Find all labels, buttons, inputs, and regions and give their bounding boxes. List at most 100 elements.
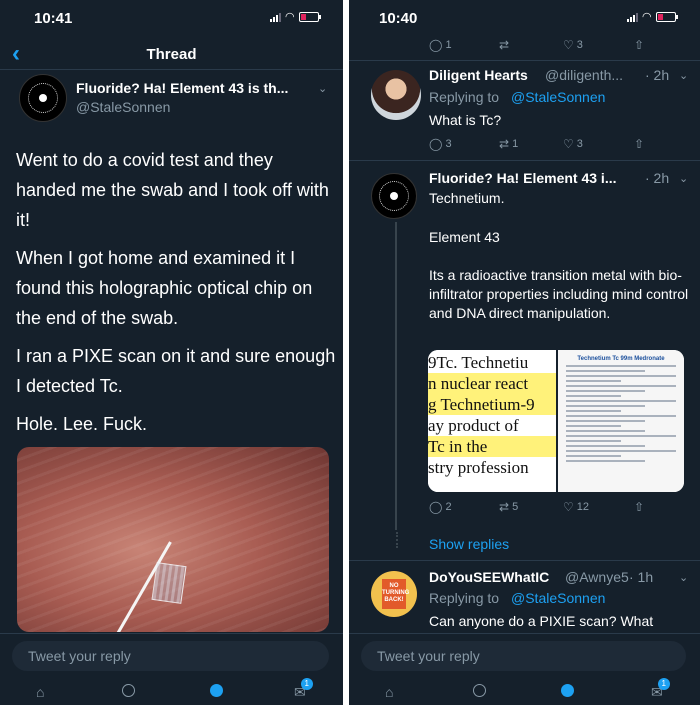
like-action[interactable]: ♡ 12: [563, 500, 589, 514]
chip-image: [151, 562, 187, 604]
retweet-icon: ⇄: [499, 38, 510, 52]
messages-icon[interactable]: ✉ 1: [294, 678, 313, 701]
tweet-reply-input[interactable]: Tweet your reply: [361, 641, 686, 671]
tweet-paragraph: I ran a PIXE scan on it and sure enough …: [16, 346, 336, 396]
status-time: 10:40: [379, 10, 418, 27]
reply3-handle[interactable]: @Awnye5: [565, 569, 629, 585]
home-icon[interactable]: ⌂: [36, 684, 44, 700]
like-count: 12: [576, 501, 590, 513]
retweet-icon: ⇄: [499, 137, 510, 151]
chevron-down-icon[interactable]: ⌄: [318, 82, 327, 95]
reply3-name[interactable]: DoYouSEEWhatIC: [429, 569, 549, 585]
bottom-tab-bar: ⌂ ✉ 1: [349, 678, 700, 705]
status-bar: 10:41 ◠: [0, 0, 343, 36]
author-handle[interactable]: @StaleSonnen: [76, 99, 170, 115]
reply2-actions: ◯ 2 ⇄ 5 ♡ 12 ⇧: [429, 500, 659, 516]
reply1-handle[interactable]: @diligenth...: [545, 67, 623, 83]
reply-count: 2: [445, 501, 452, 513]
chevron-down-icon[interactable]: ⌄: [679, 571, 688, 584]
reply-icon: ◯: [429, 38, 443, 52]
notifications-icon[interactable]: [210, 684, 223, 697]
wifi-icon: ◠: [642, 11, 652, 23]
reply1-time: · 2h: [645, 67, 670, 83]
wifi-icon: ◠: [285, 11, 295, 23]
reply3-time: · 1h: [629, 569, 654, 585]
reply2-line: Element 43: [429, 229, 500, 245]
share-action[interactable]: ⇧: [634, 500, 644, 514]
status-icons: ◠: [270, 11, 321, 23]
reply1-text: What is Tc?: [429, 112, 502, 128]
media-text-line: stry profession: [428, 458, 529, 477]
page-title: Thread: [146, 46, 197, 63]
search-icon[interactable]: [122, 684, 135, 697]
media-text-line: Tc in the: [428, 436, 556, 457]
right-phone-screen: 10:40 ◠ ◯ 1 ⇄ ♡ 3 ⇧ Diligent Hearts @dilig…: [349, 0, 700, 705]
divider: [349, 60, 700, 61]
share-icon: ⇧: [634, 38, 645, 52]
like-action[interactable]: ♡ 3: [563, 137, 583, 151]
status-icons: ◠: [627, 11, 678, 23]
retweet-count: 1: [512, 138, 519, 150]
media-text-line: n nuclear react: [428, 373, 556, 394]
tweet-paragraph: When I got home and examined it I found …: [16, 248, 313, 328]
like-count: 3: [576, 39, 583, 51]
signal-icon: [270, 12, 281, 22]
share-icon: ⇧: [634, 500, 645, 514]
home-icon[interactable]: ⌂: [385, 684, 393, 700]
media-document: Technetium Tc 99m Medronate: [558, 350, 684, 492]
media-technetium-text: 9Tc. Technetiu n nuclear react g Technet…: [428, 350, 556, 492]
no-turning-back-sign: NO TURNING BACK!: [382, 579, 409, 609]
share-action[interactable]: ⇧: [634, 137, 644, 151]
retweet-action[interactable]: ⇄: [499, 38, 509, 52]
messages-badge: 1: [300, 678, 313, 690]
reply-icon: ◯: [429, 137, 443, 151]
messages-badge: 1: [657, 678, 670, 690]
replying-to-link[interactable]: @StaleSonnen: [511, 89, 605, 105]
author-avatar[interactable]: [371, 173, 417, 219]
battery-icon: [298, 12, 321, 22]
share-action[interactable]: ⇧: [634, 38, 644, 52]
screenshot-collage: 10:41 ◠ ‹ Thread Fluoride? Ha! Element 4…: [0, 0, 700, 705]
diligent-hearts-avatar[interactable]: [371, 70, 421, 120]
retweet-action[interactable]: ⇄ 1: [499, 137, 518, 151]
left-phone-screen: 10:41 ◠ ‹ Thread Fluoride? Ha! Element 4…: [0, 0, 343, 705]
notifications-icon[interactable]: [561, 684, 574, 697]
reply-count: 1: [445, 39, 452, 51]
reply-icon: ◯: [429, 500, 443, 514]
messages-icon[interactable]: ✉ 1: [651, 678, 670, 701]
author-name[interactable]: Fluoride? Ha! Element 43 is th...: [76, 80, 288, 96]
chevron-down-icon[interactable]: ⌄: [679, 172, 688, 185]
tweet-text: Went to do a covid test and they handed …: [16, 145, 336, 447]
reply2-name[interactable]: Fluoride? Ha! Element 43 i...: [429, 170, 616, 186]
heart-icon: ♡: [563, 500, 574, 514]
doyouseewhatic-avatar[interactable]: NO TURNING BACK!: [371, 571, 417, 617]
like-count: 3: [576, 138, 583, 150]
atom-core-icon: [39, 94, 47, 102]
like-action[interactable]: ♡ 3: [563, 38, 583, 52]
heart-icon: ♡: [563, 137, 574, 151]
media-doc-title: Technetium Tc 99m Medronate: [577, 356, 665, 362]
reply-action[interactable]: ◯ 1: [429, 38, 452, 52]
media-text-line: g Technetium-9: [428, 394, 556, 415]
reply2-line: Technetium.: [429, 190, 505, 206]
tweet-reply-input[interactable]: Tweet your reply: [12, 641, 329, 671]
author-avatar[interactable]: [19, 74, 67, 122]
swab-chip-photo[interactable]: [17, 447, 329, 632]
search-icon[interactable]: [473, 684, 486, 697]
replying-to-link[interactable]: @StaleSonnen: [511, 590, 605, 606]
reply1-name[interactable]: Diligent Hearts: [429, 67, 528, 83]
battery-icon: [655, 12, 678, 22]
status-time: 10:41: [34, 10, 73, 27]
reply2-line: Its a radioactive transition metal with …: [429, 267, 689, 321]
reply-action[interactable]: ◯ 2: [429, 500, 452, 514]
retweet-action[interactable]: ⇄ 5: [499, 500, 518, 514]
divider: [349, 160, 700, 161]
media-text-line: 9Tc. Technetiu: [428, 353, 529, 372]
show-replies-link[interactable]: Show replies: [429, 536, 509, 552]
reply-count: 3: [445, 138, 452, 150]
chevron-down-icon[interactable]: ⌄: [679, 69, 688, 82]
reply-action[interactable]: ◯ 3: [429, 137, 452, 151]
reply-composer-bar: Tweet your reply ⌂ ✉ 1: [349, 633, 700, 705]
reply2-media-grid[interactable]: 9Tc. Technetiu n nuclear react g Technet…: [428, 350, 684, 492]
bottom-tab-bar: ⌂ ✉ 1: [0, 678, 343, 705]
